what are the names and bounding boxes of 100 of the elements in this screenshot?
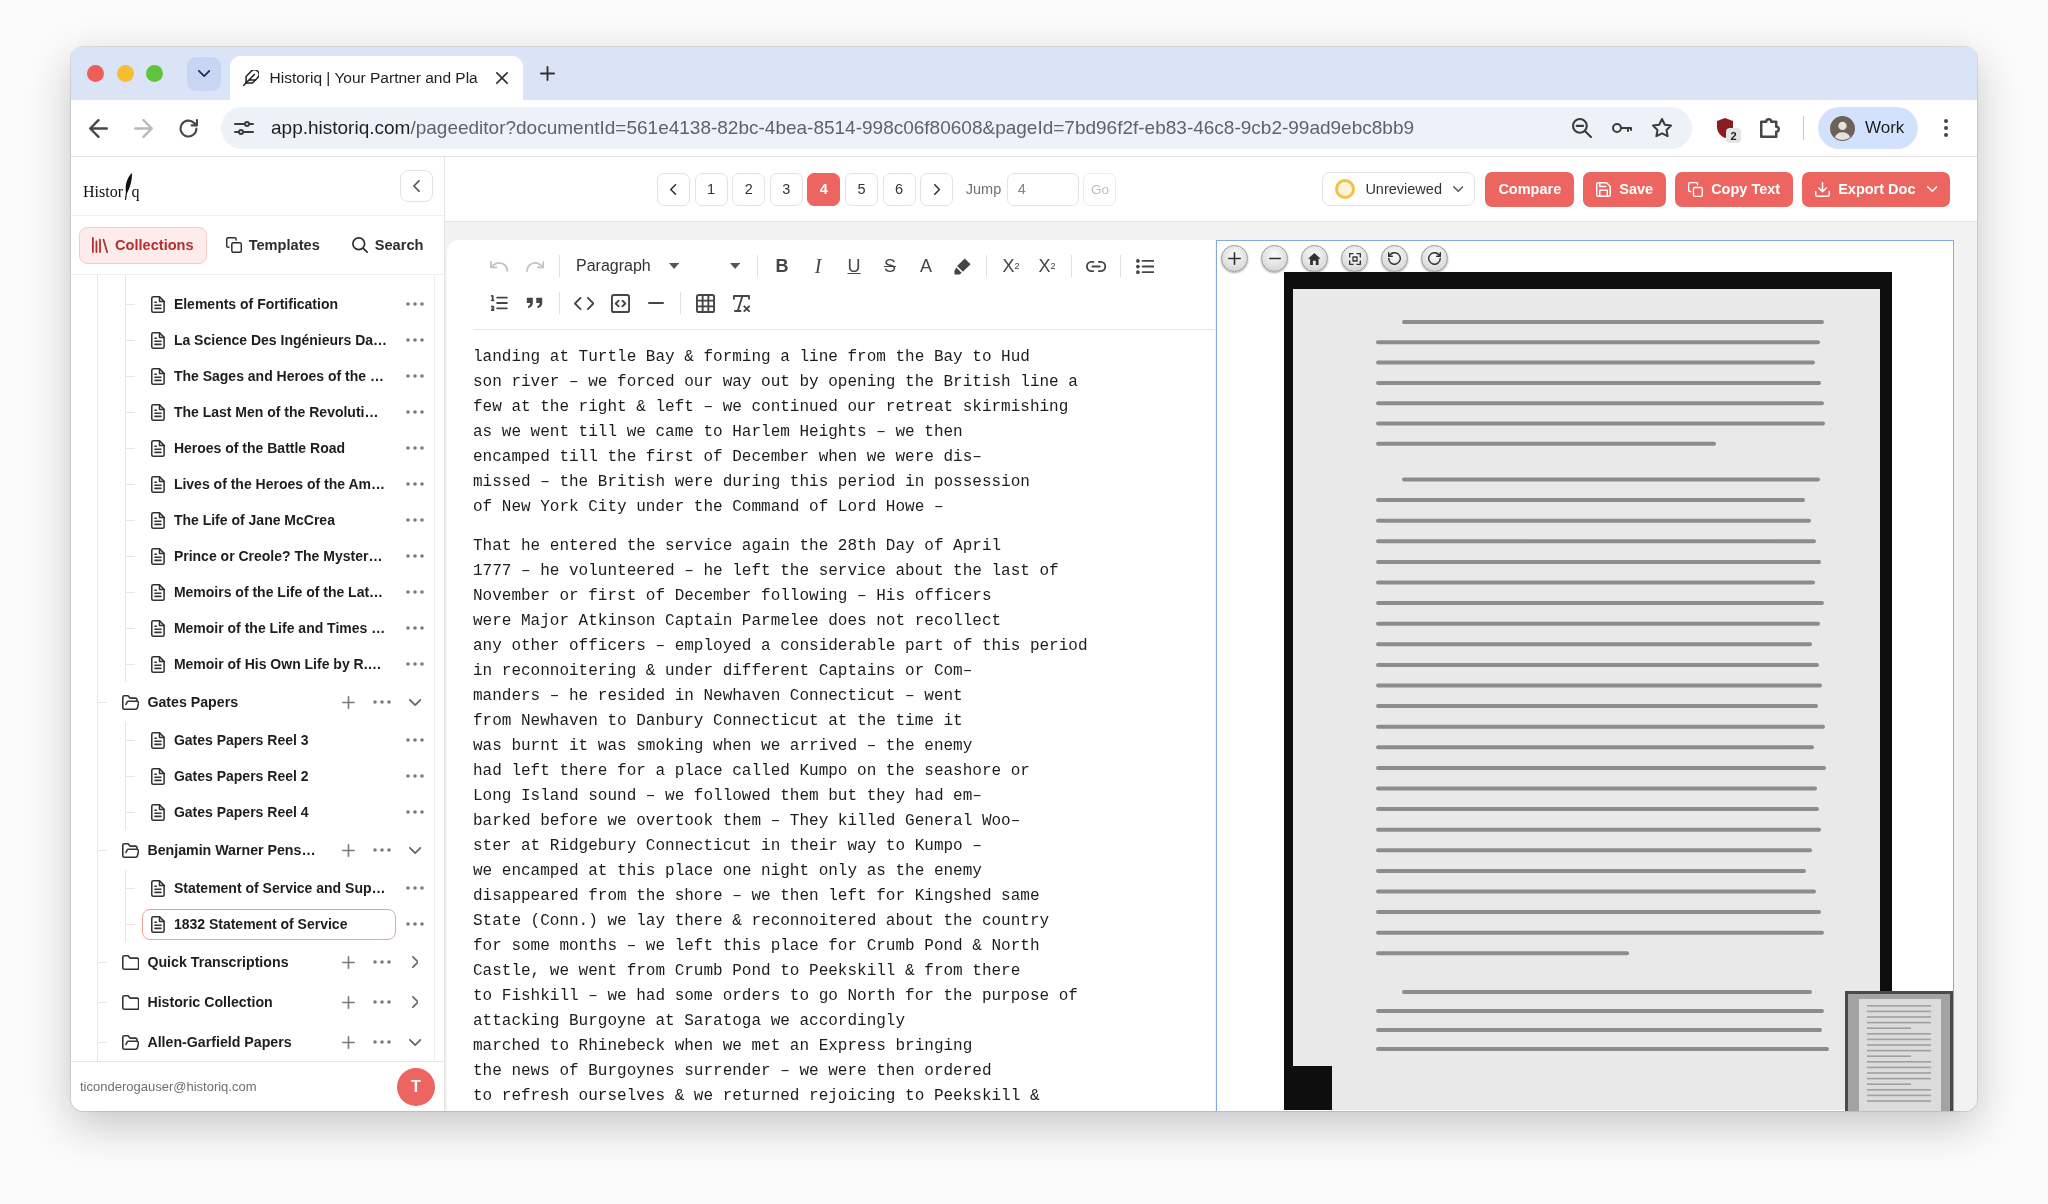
zoom-out-icon[interactable] — [1572, 118, 1592, 138]
chevron-down-icon[interactable] — [408, 1038, 422, 1046]
more-icon[interactable] — [406, 886, 424, 890]
block-style-dropdown[interactable]: Paragraph — [568, 250, 687, 282]
document-item[interactable]: The Sages and Heroes of the … — [142, 360, 396, 392]
rotate-left-button[interactable] — [1381, 245, 1408, 272]
plus-icon[interactable] — [341, 955, 355, 969]
more-icon[interactable] — [406, 302, 424, 306]
more-icon[interactable] — [406, 662, 424, 666]
document-item[interactable]: 1832 Statement of Service — [142, 908, 396, 940]
document-item[interactable]: Memoirs of the Life of the Lat… — [142, 576, 396, 608]
more-icon[interactable] — [373, 700, 391, 704]
page-button[interactable]: 6 — [882, 172, 916, 206]
sidebar-tab[interactable]: Templates — [212, 226, 333, 264]
underline-button[interactable]: U — [838, 250, 870, 282]
more-icon[interactable] — [406, 374, 424, 378]
numbered-list-icon[interactable] — [490, 295, 508, 311]
table-icon[interactable] — [695, 293, 715, 313]
key-icon[interactable] — [1612, 123, 1632, 133]
zoom-out-button[interactable] — [1261, 245, 1288, 272]
document-item[interactable]: Prince or Creole? The Myster… — [142, 540, 396, 572]
close-icon[interactable] — [495, 72, 508, 84]
page-button[interactable]: 5 — [844, 172, 878, 206]
document-item[interactable]: Gates Papers Reel 2 — [142, 760, 396, 792]
bold-button[interactable]: B — [766, 250, 798, 282]
sidebar-tab[interactable]: Collections — [79, 226, 207, 264]
text-color-button[interactable]: A — [910, 250, 942, 282]
folder-item[interactable]: Historic Collection — [98, 986, 330, 1018]
quote-icon[interactable] — [526, 297, 544, 309]
folder-item[interactable]: Gates Papers — [98, 686, 330, 718]
review-status-dropdown[interactable]: Unreviewed — [1322, 172, 1476, 206]
document-item[interactable]: Memoir of His Own Life by R.… — [142, 648, 396, 680]
clear-formatting-icon[interactable] — [732, 294, 750, 312]
chevron-down-icon[interactable] — [408, 698, 422, 706]
more-icon[interactable] — [406, 810, 424, 814]
sliders-icon[interactable] — [234, 121, 254, 135]
plus-icon[interactable] — [341, 843, 355, 857]
more-icon[interactable] — [406, 922, 424, 926]
bullet-list-icon[interactable] — [1135, 258, 1155, 274]
more-icon[interactable] — [406, 410, 424, 414]
next-page-button[interactable] — [920, 172, 954, 206]
page-button[interactable]: 3 — [769, 172, 803, 206]
folder-item[interactable]: Benjamin Warner Pens… — [98, 834, 330, 866]
caret-icon[interactable] — [729, 263, 740, 269]
more-icon[interactable] — [406, 338, 424, 342]
document-item[interactable]: Elements of Fortification — [142, 288, 396, 320]
zoom-in-button[interactable] — [1221, 245, 1248, 272]
italic-button[interactable]: I — [802, 250, 834, 282]
code-icon[interactable] — [573, 296, 595, 310]
page-number-field[interactable]: 4 — [1006, 172, 1079, 206]
document-item[interactable]: Heroes of the Battle Road — [142, 432, 396, 464]
document-item[interactable]: Gates Papers Reel 3 — [142, 724, 396, 756]
document-item[interactable]: Memoir of the Life and Times … — [142, 612, 396, 644]
document-item[interactable]: La Science Des Ingénieurs Da… — [142, 324, 396, 356]
more-icon[interactable] — [406, 626, 424, 630]
tab-list-button[interactable] — [187, 56, 221, 91]
plus-icon[interactable] — [539, 66, 555, 81]
superscript-button[interactable]: X$^{2}$ — [995, 250, 1027, 282]
more-icon[interactable] — [406, 738, 424, 742]
more-icon[interactable] — [406, 446, 424, 450]
more-icon[interactable] — [373, 848, 391, 852]
plus-icon[interactable] — [341, 995, 355, 1009]
chevron-right-icon[interactable] — [411, 956, 419, 968]
full-page-button[interactable] — [1341, 245, 1368, 272]
document-item[interactable]: Gates Papers Reel 4 — [142, 796, 396, 828]
menu-icon[interactable] — [1944, 119, 1948, 137]
more-icon[interactable] — [373, 1040, 391, 1044]
document-item[interactable]: Statement of Service and Sup… — [142, 872, 396, 904]
plus-icon[interactable] — [341, 695, 355, 709]
star-icon[interactable] — [1652, 118, 1672, 138]
puzzle-icon[interactable] — [1760, 118, 1780, 138]
more-icon[interactable] — [406, 590, 424, 594]
horizontal-rule-icon[interactable] — [648, 301, 664, 305]
profile-button[interactable]: Work — [1818, 107, 1918, 149]
link-icon[interactable] — [1085, 260, 1107, 272]
more-icon[interactable] — [406, 554, 424, 558]
folder-item[interactable]: Allen-Garfield Papers — [98, 1026, 330, 1058]
highlighter-icon[interactable] — [953, 257, 971, 275]
chevron-right-icon[interactable] — [411, 996, 419, 1008]
page-button[interactable]: 1 — [694, 172, 728, 206]
more-icon[interactable] — [406, 482, 424, 486]
code-block-icon[interactable] — [610, 293, 630, 313]
reload-icon[interactable] — [179, 118, 198, 138]
more-icon[interactable] — [406, 774, 424, 778]
strikethrough-button[interactable]: S — [874, 250, 906, 282]
chevron-down-icon[interactable] — [408, 846, 422, 854]
more-icon[interactable] — [406, 518, 424, 522]
document-item[interactable]: The Last Men of the Revoluti… — [142, 396, 396, 428]
folder-item[interactable]: Quick Transcriptions — [98, 946, 330, 978]
home-button[interactable] — [1301, 245, 1328, 272]
browser-tab[interactable]: Historiq | Your Partner and Pla — [229, 56, 523, 100]
more-icon[interactable] — [373, 960, 391, 964]
address-bar[interactable]: app.historiq.com/pageeditor?documentId=561e4138-82bc-4bea-8514-998c06f80608&pageId=7bd96f2f-eb83-46c8-9cb2-99ad9ebc8bb9 — [221, 107, 1692, 149]
navigator-thumbnail[interactable] — [1845, 991, 1953, 1111]
close-window-button[interactable] — [87, 65, 104, 82]
arrow-left-icon[interactable] — [89, 118, 108, 138]
page-button[interactable]: 2 — [732, 172, 766, 206]
document-item[interactable]: Lives of the Heroes of the Am… — [142, 468, 396, 500]
collapse-sidebar-button[interactable] — [400, 170, 433, 202]
rotate-right-button[interactable] — [1421, 245, 1448, 272]
